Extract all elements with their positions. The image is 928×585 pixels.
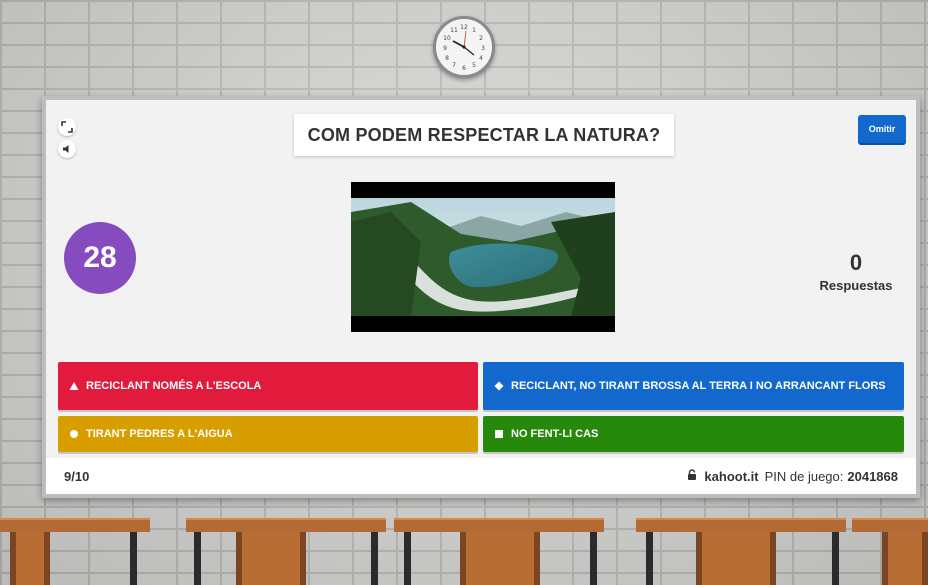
desk-decoration	[636, 518, 846, 585]
desk-decoration	[0, 518, 150, 585]
fullscreen-icon[interactable]	[58, 118, 76, 136]
svg-text:2: 2	[479, 35, 483, 42]
answer-label: RECICLANT NOMÉS A L'ESCOLA	[86, 380, 262, 392]
game-pin-info: kahoot.it PIN de juego: 2041868	[686, 469, 898, 484]
svg-text:4: 4	[479, 55, 483, 62]
answer-label: NO FENT-LI CAS	[511, 428, 599, 440]
question-count: 9/10	[64, 468, 90, 484]
answers-counter: 0 Respuestas	[806, 250, 906, 293]
clock-icon: 12 3 6 9 1 2 4 5 7 8 10 11	[433, 16, 495, 78]
svg-text:10: 10	[443, 35, 451, 42]
footer-bar: 9/10 kahoot.it PIN de juego: 2041868	[46, 458, 916, 494]
kahoot-board: COM PODEM RESPECTAR LA NATURA? Omitir 28	[42, 96, 920, 498]
svg-text:11: 11	[450, 27, 458, 34]
svg-text:1: 1	[472, 27, 476, 34]
answer-label: TIRANT PEDRES A L'AIGUA	[86, 428, 233, 440]
svg-text:9: 9	[443, 45, 447, 52]
question-video[interactable]	[351, 182, 615, 332]
answer-option-red[interactable]: RECICLANT NOMÉS A L'ESCOLA	[58, 362, 478, 410]
answer-option-green[interactable]: NO FENT-LI CAS	[483, 416, 904, 452]
square-icon	[493, 428, 505, 440]
diamond-icon	[493, 380, 505, 392]
desk-decoration	[186, 518, 386, 585]
svg-text:12: 12	[460, 24, 468, 31]
circle-icon	[68, 428, 80, 440]
desk-decoration	[394, 518, 604, 585]
brand-link[interactable]: kahoot.it	[704, 469, 758, 484]
game-pin: 2041868	[847, 468, 898, 484]
svg-text:7: 7	[452, 62, 456, 69]
svg-text:8: 8	[445, 55, 449, 62]
triangle-icon	[68, 380, 80, 392]
answer-option-yellow[interactable]: TIRANT PEDRES A L'AIGUA	[58, 416, 478, 452]
desk-decoration	[852, 518, 928, 585]
volume-icon[interactable]	[58, 140, 76, 158]
lock-icon	[686, 468, 698, 484]
svg-text:3: 3	[481, 45, 485, 52]
svg-text:5: 5	[472, 62, 476, 69]
countdown-timer: 28	[64, 222, 136, 294]
pin-label: PIN de juego:	[764, 468, 844, 484]
question-title: COM PODEM RESPECTAR LA NATURA?	[294, 114, 674, 156]
answers-count: 0	[849, 250, 863, 275]
skip-button[interactable]: Omitir	[858, 115, 906, 143]
answer-option-blue[interactable]: RECICLANT, NO TIRANT BROSSA AL TERRA I N…	[483, 362, 904, 410]
svg-text:6: 6	[462, 65, 466, 72]
answers-label: Respuestas	[819, 278, 893, 293]
answer-label: RECICLANT, NO TIRANT BROSSA AL TERRA I N…	[511, 380, 886, 392]
